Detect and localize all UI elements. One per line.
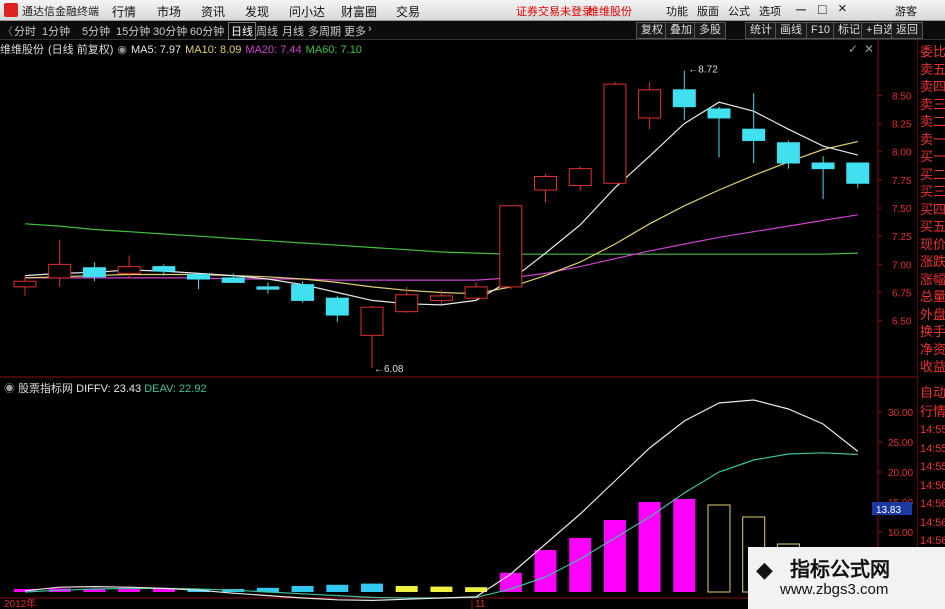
- candle-body: [291, 284, 315, 301]
- price-tick-label: 7.25: [892, 232, 912, 243]
- quote-field-label: 买一: [920, 149, 945, 164]
- auto-quote-label: 自动: [920, 385, 945, 400]
- quote-field-label: 涨跌: [920, 254, 945, 269]
- candle-body: [325, 297, 349, 316]
- dea-line: [24, 452, 858, 599]
- price-tick-label: 8.00: [892, 148, 912, 159]
- tick-time: 14:55: [920, 424, 945, 436]
- watermark-url: www.zbgs3.com: [780, 581, 889, 598]
- quote-field-label: 卖四: [920, 79, 945, 94]
- quote-field-label: 现价: [920, 236, 945, 252]
- price-tick-label: 6.50: [892, 317, 912, 328]
- quote-field-label: 卖五: [920, 61, 945, 77]
- candle-body: [776, 142, 800, 164]
- candle-body: [707, 108, 731, 119]
- quote-field-label: 涨幅: [920, 271, 945, 287]
- tick-time: 14:56: [920, 498, 945, 510]
- candle-body: [187, 274, 210, 280]
- quote-field-label: 净资: [920, 341, 945, 357]
- candle-body: [152, 266, 176, 272]
- macd-bar: [603, 520, 626, 592]
- tick-time: 14:55: [920, 461, 945, 473]
- candle-body: [464, 286, 488, 299]
- sub-tick-label: 10.00: [888, 528, 913, 539]
- candle-body: [672, 89, 696, 108]
- macd-bar: [569, 538, 592, 592]
- candle-body: [568, 168, 592, 187]
- quote-field-label: 收益: [920, 359, 945, 374]
- candle-body: [48, 263, 72, 279]
- watermark-logo-icon: ◆: [756, 557, 773, 582]
- candle-body: [117, 266, 141, 274]
- quote-field-label: 买四: [920, 201, 945, 217]
- watermark-title: 指标公式网: [790, 559, 890, 581]
- kline-chart[interactable]: 8.50 8.25 8.00 7.75 7.50 7.25 7.00 6.75 6.50 ←8.7…: [0, 0, 945, 609]
- date-label: 2012年: [4, 597, 36, 609]
- candle-body: [395, 294, 419, 313]
- diff-line: [24, 399, 859, 602]
- candle-body: [360, 306, 384, 336]
- quote-field-label: 买五: [920, 219, 945, 234]
- quote-field-label: 卖三: [920, 96, 945, 112]
- candle-body: [499, 205, 523, 288]
- candle-body: [603, 83, 627, 184]
- tick-time: 14:56: [920, 516, 945, 529]
- quote-side-panel: 委比卖五卖四卖三卖二卖一买一买二买三买四买五现价涨跌涨幅总量外盘换手净资收益自动…: [917, 40, 945, 609]
- price-tick-label: 6.75: [892, 289, 912, 300]
- candle-body: [429, 295, 453, 301]
- quote-field-label: 卖二: [920, 114, 945, 129]
- macd-bar: [326, 584, 349, 592]
- candle-body: [221, 277, 245, 283]
- price-tick-label: 7.50: [892, 204, 912, 215]
- sub-tick-label: 30.00: [888, 408, 913, 419]
- quote-field-label: 外盘: [920, 306, 945, 322]
- auto-quote-label: 行情: [920, 403, 945, 419]
- macd-bar: [291, 586, 314, 592]
- macd-bar: [707, 504, 731, 593]
- sub-tick-label: 20.00: [888, 468, 913, 479]
- macd-bar: [361, 583, 383, 592]
- price-tick-label: 7.75: [892, 176, 912, 187]
- candle-body: [846, 162, 870, 184]
- watermark: ◆ 指标公式网 www.zbgs3.com: [748, 547, 945, 609]
- macd-bar: [638, 502, 661, 592]
- ma60-line: [24, 223, 858, 255]
- date-label: 11: [475, 599, 486, 609]
- price-tick-label: 8.50: [892, 91, 912, 102]
- macd-bar: [430, 586, 453, 592]
- quote-field-label: 买三: [920, 184, 945, 199]
- quote-field-label: 买二: [920, 166, 945, 182]
- price-tick-label: 7.00: [892, 260, 912, 271]
- quote-field-label: 卖一: [920, 131, 945, 147]
- tick-time: 14:56: [920, 479, 945, 492]
- price-tick-label: 8.25: [892, 120, 912, 131]
- candle-body: [256, 286, 280, 290]
- quote-field-label: 换手: [920, 324, 945, 339]
- quote-field-label: 总量: [920, 289, 945, 304]
- high-annotation: ←8.72: [688, 65, 718, 76]
- candle-body: [742, 128, 766, 141]
- candle-body: [13, 280, 37, 288]
- candle-body: [534, 176, 557, 191]
- candle-body: [811, 162, 835, 170]
- macd-bar: [395, 586, 418, 592]
- current-value-label: 13.83: [876, 505, 901, 516]
- candle-body: [82, 267, 106, 278]
- macd-bar: [534, 550, 557, 592]
- tick-time: 14:55: [920, 442, 945, 455]
- sub-tick-label: 25.00: [888, 438, 913, 449]
- low-annotation: ←6.08: [374, 364, 404, 375]
- quote-field-label: 委比: [920, 44, 945, 59]
- candle-body: [638, 89, 662, 119]
- macd-bar: [673, 499, 696, 592]
